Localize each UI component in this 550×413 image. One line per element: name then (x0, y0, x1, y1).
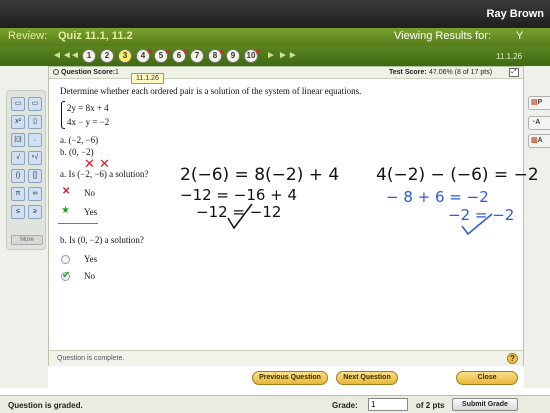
equation-1: 2y = 8x + 4 (67, 103, 109, 113)
test-score-value: 47.06% (8 of 17 pts) (429, 69, 493, 76)
wrong-x-icon: ✕ (62, 186, 71, 197)
question-score-value: 1 (115, 69, 119, 76)
question-circle-8[interactable]: 8 ✕ (208, 49, 225, 63)
graded-status: Question is graded. (8, 401, 83, 410)
quiz-title: Quiz 11.1, 11.2 (58, 30, 133, 42)
mixed-fraction-key[interactable]: ▭ (28, 97, 42, 111)
expand-icon[interactable]: ⤢ (509, 68, 519, 77)
ask-button[interactable]: ◔A (528, 116, 550, 130)
geq-key[interactable]: ≥ (28, 205, 42, 219)
submit-grade-button[interactable]: Submit Grade (452, 398, 518, 411)
viewing-results-select[interactable]: Y (516, 30, 523, 42)
more-button[interactable]: More (11, 235, 43, 245)
part-b-question: b. Is (0, −2) a solution? (60, 235, 144, 245)
question-panel: Question Score: 1 Test Score: 47.06% (8 … (48, 66, 524, 366)
checkmark-icon: ✔ (62, 270, 71, 281)
question-code: 11.1.26 (496, 52, 523, 61)
question-circle-4[interactable]: 4 ✕ (136, 49, 153, 63)
system-brace (61, 101, 65, 129)
pair-a: a. (−2, −6) (60, 135, 99, 145)
infinity-key[interactable]: ∞ (28, 187, 42, 201)
question-circle-9[interactable]: 9 (226, 49, 240, 63)
answer-button[interactable]: ▥A (528, 134, 550, 148)
question-circle-7[interactable]: 7 (190, 49, 204, 63)
question-circle-6[interactable]: 6 ✕ (172, 49, 189, 63)
next-question-arrow[interactable]: ► (266, 50, 276, 61)
wrong-x-icon: ✕ (165, 49, 171, 56)
right-toolbar: ▤P ◔A ▥A (524, 66, 550, 388)
wrong-x-icon: ✕ (255, 49, 261, 56)
question-navigator: ◄◄ ◄ 1 2 3 4 ✕ 5 ✕ 6 ✕ 7 8 ✕ 9 10 ✕ ► ►► 11.1… (0, 46, 550, 66)
question-circle-2[interactable]: 2 (100, 49, 114, 63)
viewing-results-label: Viewing Results for: (394, 30, 492, 42)
part-b-option-yes[interactable]: Yes (84, 254, 97, 264)
question-circle-5[interactable]: 5 ✕ (154, 49, 171, 63)
user-name[interactable]: Ray Brown (487, 8, 544, 20)
fraction-key[interactable]: ▭ (11, 97, 25, 111)
grade-label: Grade: (332, 401, 358, 410)
wrong-x-icon: ✕ (219, 49, 225, 56)
last-question-arrow[interactable]: ►► (278, 50, 298, 61)
left-toolbar: ▭ ▭ x² ▯ |▯| . √ ⁿ√ () [] π ∞ ≤ ≥ More (0, 66, 48, 388)
part-a-question: a. Is (−2, −6) a solution? (60, 169, 149, 179)
part-a-option-yes[interactable]: Yes (84, 207, 97, 217)
decimal-key[interactable]: . (28, 133, 42, 147)
print-button[interactable]: ▤P (528, 96, 550, 110)
previous-question-button[interactable]: Previous Question (252, 371, 328, 385)
correct-star-icon: ★ (61, 205, 70, 216)
completion-bar: Question is complete. ? (49, 350, 523, 366)
grade-total: of 2 pts (416, 401, 445, 410)
wrong-x-icon: ✕ (147, 49, 153, 56)
app-header: Ray Brown (0, 0, 550, 28)
nth-root-key[interactable]: ⁿ√ (28, 151, 42, 165)
grade-input[interactable]: 1 (368, 398, 408, 411)
question-circle-3[interactable]: 3 (118, 49, 132, 63)
abs-key[interactable]: |▯| (11, 133, 25, 147)
score-bar: Question Score: 1 Test Score: 47.06% (8 … (49, 67, 523, 79)
book-icon: ▥ (531, 137, 538, 144)
help-icon[interactable]: ? (507, 353, 518, 364)
paren-key[interactable]: () (11, 169, 25, 183)
review-label: Review: (8, 30, 48, 42)
leq-key[interactable]: ≤ (11, 205, 25, 219)
previous-question-arrow[interactable]: ◄ (70, 50, 80, 61)
first-question-arrow[interactable]: ◄◄ (52, 50, 72, 61)
question-prompt: Determine whether each ordered pair is a… (60, 86, 362, 96)
bracket-key[interactable]: [] (28, 169, 42, 183)
grading-bar: Question is graded. Grade: 1 of 2 pts Su… (0, 395, 550, 413)
question-id-tooltip: 11.1.26 (131, 73, 164, 84)
question-circle-1[interactable]: 1 (82, 49, 96, 63)
pi-key[interactable]: π (11, 187, 25, 201)
sqrt-key[interactable]: √ (11, 151, 25, 165)
part-a-option-no[interactable]: No (84, 188, 95, 198)
completion-text: Question is complete. (57, 355, 125, 362)
part-b-option-no[interactable]: No (84, 271, 95, 281)
next-question-button[interactable]: Next Question (336, 371, 398, 385)
subscript-key[interactable]: ▯ (28, 115, 42, 129)
math-keyboard: ▭ ▭ x² ▯ |▯| . √ ⁿ√ () [] π ∞ ≤ ≥ More (6, 90, 46, 250)
test-score-label: Test Score: (389, 69, 427, 76)
exponent-key[interactable]: x² (11, 115, 25, 129)
question-circle-10[interactable]: 10 ✕ (244, 49, 261, 63)
answer-underline (58, 223, 98, 224)
wrong-x-icon: ✕ (183, 49, 189, 56)
print-icon: ▤ (531, 99, 538, 106)
equation-2: 4x − y = −2 (67, 117, 110, 127)
title-bar: Review: Quiz 11.1, 11.2 Viewing Results … (0, 28, 550, 46)
info-icon (53, 69, 59, 75)
close-button[interactable]: Close (456, 371, 518, 385)
radio-yes[interactable] (61, 255, 70, 264)
question-score-label: Question Score: (61, 69, 116, 76)
pair-b: b. (0, −2) (60, 147, 94, 157)
